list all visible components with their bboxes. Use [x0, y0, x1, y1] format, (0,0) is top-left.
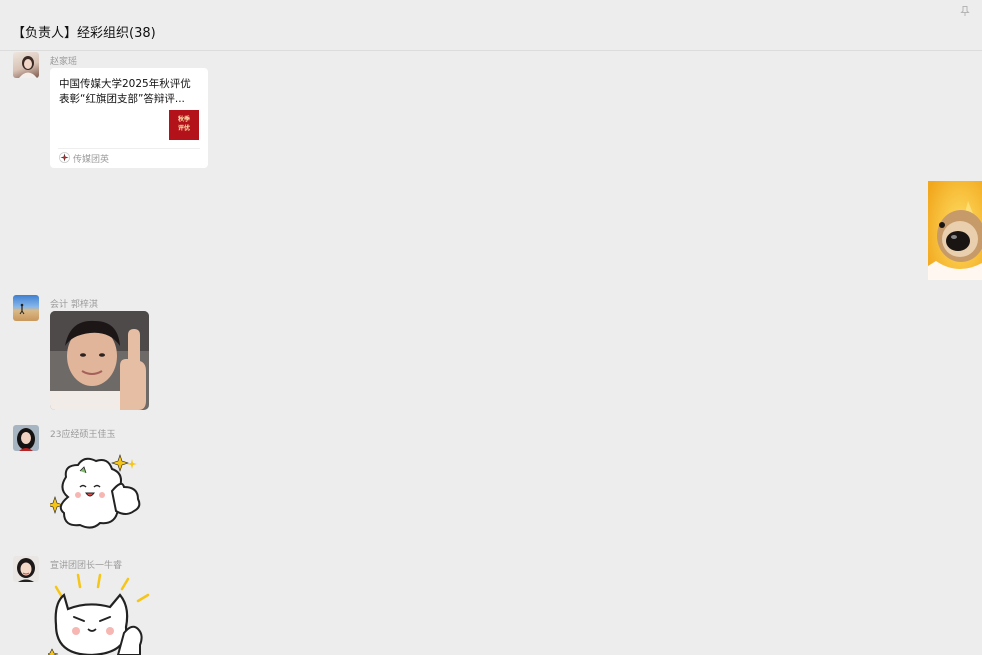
sender-name: 会计 郭梓淇	[50, 300, 98, 310]
sheep-thumbs-up-sticker[interactable]	[46, 451, 146, 535]
thumb-text-2: 评优	[177, 125, 190, 132]
link-card-title: 中国传媒大学2025年秋评优表彰“红旗团支部”答辩评...	[59, 78, 191, 105]
chat-header: 【负责人】经彩组织(38)	[0, 0, 982, 51]
link-card-source: 传媒团英	[73, 155, 110, 165]
cat-thumbs-up-sticker[interactable]	[48, 573, 150, 655]
chat-title[interactable]: 【负责人】经彩组织(38)	[12, 22, 156, 41]
avatar[interactable]	[13, 556, 39, 582]
avatar[interactable]	[13, 425, 39, 451]
dog-face-sticker[interactable]	[928, 181, 982, 280]
source-logo-icon	[59, 152, 70, 163]
link-card-divider	[58, 148, 200, 149]
sender-name: 赵家瑶	[50, 57, 78, 67]
sender-name: 23应经硕王佳玉	[50, 430, 116, 440]
avatar[interactable]	[13, 295, 39, 321]
image-message[interactable]	[50, 311, 149, 410]
sender-name: 宣讲团团长一牛睿	[50, 561, 123, 571]
pin-icon[interactable]	[959, 5, 971, 17]
thumb-text-1: 秋季	[177, 116, 190, 123]
avatar[interactable]	[13, 52, 39, 78]
link-card-thumbnail: 秋季 评优	[169, 110, 199, 140]
link-card[interactable]: 中国传媒大学2025年秋评优表彰“红旗团支部”答辩评... 秋季 评优 传媒团英	[50, 68, 208, 168]
